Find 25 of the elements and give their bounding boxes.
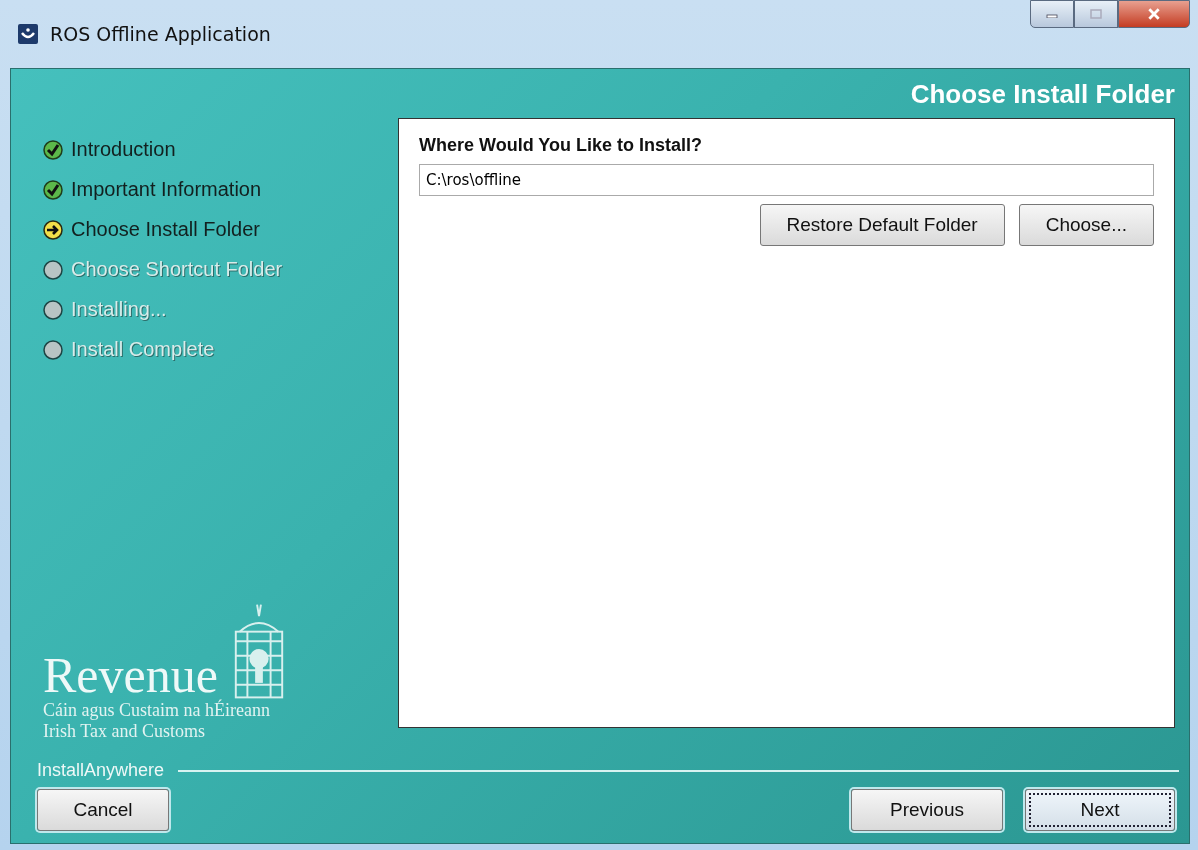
cancel-button[interactable]: Cancel <box>37 789 169 831</box>
install-path-field[interactable]: C:\ros\offline <box>419 164 1154 196</box>
app-icon <box>18 24 38 44</box>
nav-button[interactable]: Previous <box>851 789 1003 831</box>
installer-brand: InstallAnywhere <box>37 760 165 781</box>
logo-tagline: Cáin agus Custaim na hÉireann <box>43 700 271 721</box>
folder-button[interactable]: Restore Default Folder <box>759 204 1005 246</box>
nav-button[interactable]: Next <box>1025 789 1175 831</box>
maximize-icon <box>1090 9 1102 19</box>
install-prompt: Where Would You Like to Install? <box>419 135 704 156</box>
minimize-button[interactable] <box>1030 0 1074 28</box>
step-label: Choose Shortcut Folder <box>71 258 283 281</box>
logo-wordmark: Revenue <box>43 650 218 700</box>
step-label: Installing... <box>71 298 167 321</box>
page-heading: Choose Install Folder <box>910 79 1175 110</box>
folder-button[interactable]: Choose... <box>1018 204 1154 246</box>
maximize-button[interactable] <box>1074 0 1118 28</box>
logo-tagline: Irish Tax and Customs <box>43 721 206 742</box>
step-label: Install Complete <box>71 338 215 361</box>
window-title: ROS Offline Application <box>50 23 271 45</box>
step-label: Choose Install Folder <box>71 218 260 241</box>
step-label: Important Information <box>71 178 262 201</box>
close-button[interactable] <box>1118 0 1190 28</box>
close-icon <box>1147 7 1161 21</box>
step-label: Introduction <box>71 138 176 161</box>
